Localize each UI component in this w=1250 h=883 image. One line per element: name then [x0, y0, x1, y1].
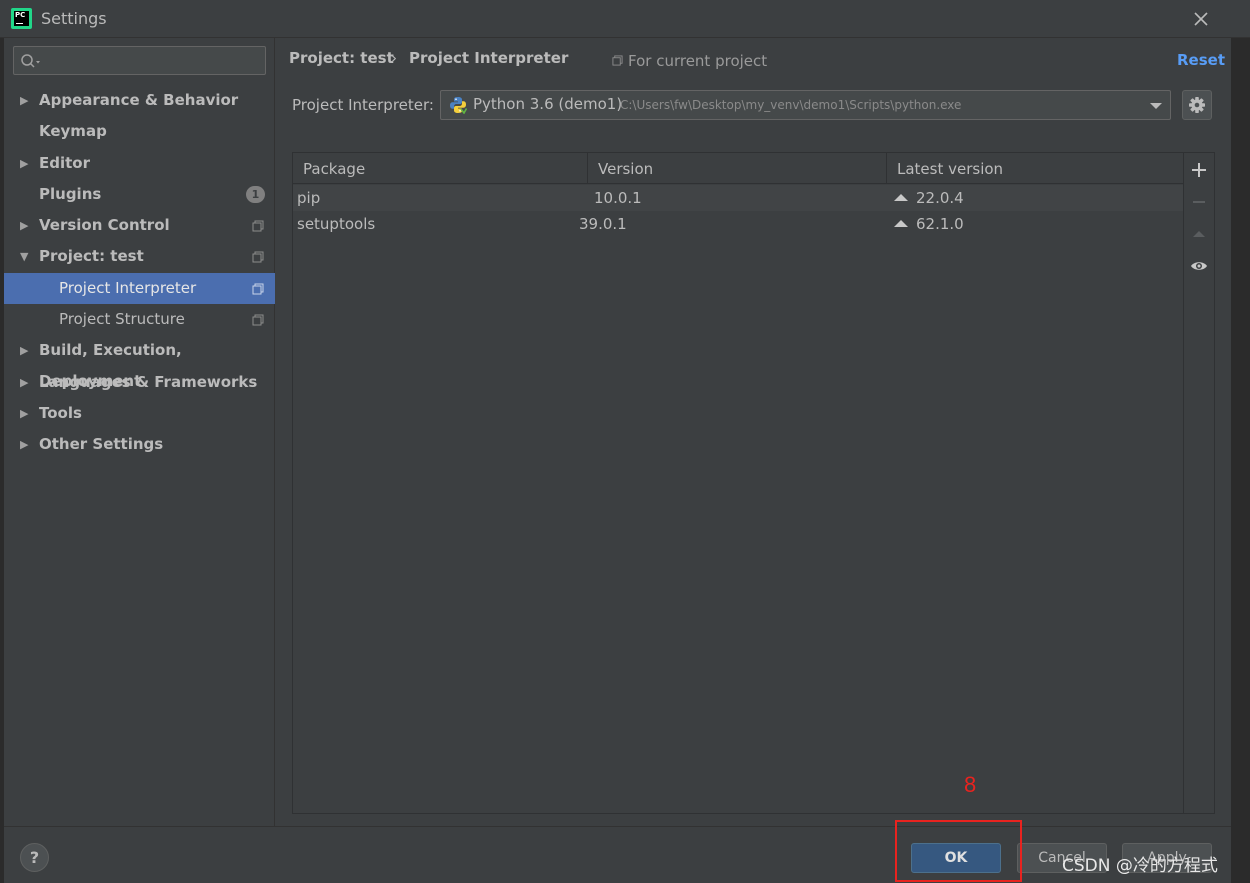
column-header-latest-version[interactable]: Latest version — [887, 153, 1183, 184]
sidebar-item-plugins[interactable]: Plugins 1 — [4, 179, 275, 210]
project-scope-icon — [252, 314, 264, 326]
annotation-step-number: 8 — [964, 772, 977, 797]
sidebar-item-label: Editor — [39, 153, 90, 172]
sidebar-item-label: Plugins — [39, 184, 102, 203]
settings-nav: ▶ Appearance & Behavior Keymap ▶ Editor … — [4, 85, 275, 461]
sidebar-item-version-control[interactable]: ▶ Version Control — [4, 210, 275, 241]
interpreter-path: C:\Users\fw\Desktop\my_venv\demo1\Script… — [620, 98, 962, 112]
plus-icon[interactable] — [1190, 161, 1208, 179]
expand-arrow-icon: ▶ — [20, 219, 29, 233]
expand-arrow-icon: ▶ — [20, 406, 29, 420]
table-row[interactable]: setuptools 39.0.1 62.1.0 — [293, 211, 1183, 237]
breadcrumb-current: Project Interpreter — [409, 49, 569, 67]
interpreter-name: Python 3.6 (demo1) — [473, 95, 623, 113]
sidebar-item-appearance-behavior[interactable]: ▶ Appearance & Behavior — [4, 85, 275, 116]
packages-toolbar — [1183, 153, 1214, 813]
sidebar-item-label: Project Interpreter — [59, 278, 197, 297]
expand-arrow-icon: ▶ — [20, 94, 29, 107]
sidebar-item-build-execution-deployment[interactable]: ▶ Build, Execution, Deployment — [4, 335, 275, 390]
close-icon[interactable] — [1190, 8, 1212, 30]
settings-content: Project: test › Project Interpreter For … — [276, 38, 1231, 826]
gear-icon — [1189, 97, 1205, 113]
package-latest-version: 62.1.0 — [894, 211, 964, 237]
dialog-button-bar: ? OK Cancel Apply — [4, 826, 1231, 883]
interpreter-select[interactable]: Python 3.6 (demo1) C:\Users\fw\Desktop\m… — [440, 90, 1171, 120]
upgrade-arrow-icon — [894, 194, 908, 201]
plugins-count-badge: 1 — [246, 185, 265, 203]
package-version: 10.0.1 — [594, 189, 642, 207]
sidebar-item-label: Keymap — [39, 122, 107, 141]
sidebar-item-label: Other Settings — [39, 435, 164, 454]
sidebar-item-project-structure[interactable]: Project Structure — [4, 304, 275, 335]
search-icon — [21, 54, 40, 68]
eye-icon[interactable] — [1190, 257, 1208, 275]
sidebar-item-tools[interactable]: ▶ Tools — [4, 398, 275, 429]
project-scope-icon — [612, 55, 623, 66]
minus-icon[interactable] — [1190, 193, 1208, 211]
sidebar-item-label: Project Structure — [59, 310, 185, 329]
column-header-version[interactable]: Version — [588, 153, 887, 184]
sidebar-item-editor[interactable]: ▶ Editor — [4, 148, 275, 179]
annotation-highlight-box — [895, 820, 1022, 882]
sidebar-item-keymap[interactable]: Keymap — [4, 116, 275, 147]
project-scope-icon — [252, 220, 264, 232]
scope-label: For current project — [628, 52, 768, 70]
collapse-arrow-icon: ▼ — [20, 250, 29, 264]
window-edge-right — [1231, 38, 1250, 883]
table-header: Package Version Latest version — [293, 153, 1183, 184]
sidebar-item-project-interpreter[interactable]: Project Interpreter — [4, 272, 275, 305]
python-icon — [450, 97, 467, 114]
reset-link[interactable]: Reset — [1177, 51, 1225, 69]
sidebar-item-project-test[interactable]: ▼ Project: test — [4, 241, 275, 272]
help-button[interactable]: ? — [20, 843, 49, 872]
expand-arrow-icon: ▶ — [20, 375, 29, 389]
sidebar-item-label: Languages & Frameworks — [39, 372, 258, 391]
packages-panel: Package Version Latest version pip 10.0.… — [292, 152, 1215, 814]
breadcrumb-parent[interactable]: Project: test — [289, 49, 394, 67]
settings-sidebar: ▶ Appearance & Behavior Keymap ▶ Editor … — [4, 38, 275, 826]
chevron-down-icon — [1150, 103, 1162, 109]
upgrade-icon[interactable] — [1190, 225, 1208, 243]
table-row[interactable]: pip 10.0.1 22.0.4 — [293, 185, 1183, 211]
interpreter-label: Project Interpreter: — [292, 96, 434, 114]
expand-arrow-icon: ▶ — [20, 438, 29, 452]
package-name: pip — [297, 189, 321, 207]
sidebar-item-label: Appearance & Behavior — [39, 91, 239, 109]
packages-table: Package Version Latest version pip 10.0.… — [293, 153, 1183, 813]
project-scope-icon — [252, 251, 264, 263]
watermark: CSDN @冷的方程式 — [1062, 856, 1218, 876]
package-latest-version: 22.0.4 — [894, 185, 964, 211]
package-name: setuptools — [297, 215, 376, 233]
window-title: Settings — [41, 9, 107, 28]
search-input[interactable] — [13, 46, 266, 75]
title-bar: PC Settings — [0, 0, 1250, 38]
breadcrumb-separator: › — [391, 49, 397, 67]
project-scope-icon — [252, 283, 264, 295]
column-header-package[interactable]: Package — [293, 153, 588, 184]
expand-arrow-icon: ▶ — [20, 156, 29, 170]
pycharm-logo-icon: PC — [11, 8, 32, 29]
package-version: 39.0.1 — [579, 215, 627, 233]
sidebar-item-languages-frameworks[interactable]: ▶ Languages & Frameworks — [4, 367, 275, 398]
upgrade-arrow-icon — [894, 220, 908, 227]
sidebar-item-other-settings[interactable]: ▶ Other Settings — [4, 429, 275, 460]
interpreter-settings-button[interactable] — [1182, 90, 1212, 120]
sidebar-item-label: Project: test — [39, 247, 144, 266]
expand-arrow-icon: ▶ — [20, 344, 29, 358]
sidebar-item-label: Version Control — [39, 216, 170, 235]
sidebar-item-label: Tools — [39, 403, 82, 422]
